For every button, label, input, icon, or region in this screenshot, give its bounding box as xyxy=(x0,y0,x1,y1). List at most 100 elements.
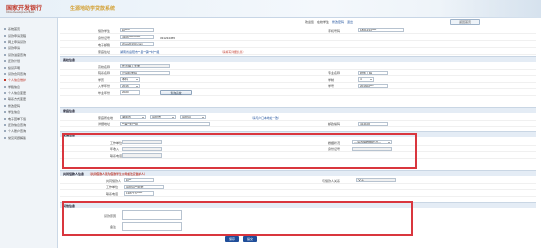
qq-value: 331234455 xyxy=(160,35,176,40)
field-label: 工作单位 xyxy=(106,185,119,190)
bullet-icon xyxy=(4,28,6,31)
form-row: 家庭住址 湖南省岳阳市**县**镇**村**组 （请填写详细信息） xyxy=(60,48,536,55)
bullet-icon xyxy=(4,40,6,43)
field-label: 共同借款人 xyxy=(106,178,122,183)
field-label: 电子邮箱 xyxy=(98,42,111,47)
sidebar-item-label: 学生信息 xyxy=(8,110,21,115)
bullet-icon xyxy=(4,47,6,50)
sidebar-item-label: 网上申请贷款 xyxy=(8,39,27,44)
highlight-box-remarks xyxy=(62,201,413,236)
logout-link[interactable]: 退出 xyxy=(347,20,353,24)
form-row: 院系名称 计算机学院 专业名称 软件工程 xyxy=(60,70,536,77)
county-select[interactable]: 岳阳县 xyxy=(180,115,206,120)
field-label: 借款学生 xyxy=(98,28,111,33)
bullet-icon xyxy=(4,136,6,139)
query-school-button[interactable]: 查询高校 xyxy=(160,90,192,96)
field-label: 家庭所在地 xyxy=(98,115,114,120)
bullet-icon xyxy=(4,130,6,133)
bullet-icon xyxy=(4,66,6,69)
bullet-icon xyxy=(4,79,6,82)
form-row: 电子邮箱 zhao@163.com xyxy=(60,41,536,48)
sidebar-item-label: 个人账户查询 xyxy=(8,129,27,134)
form-row: 家庭所在地 湖南省 岳阳市 岳阳县 （请与户口本地址一致） xyxy=(60,114,536,121)
sidebar-item-label: 续贷声明 xyxy=(8,65,21,70)
id-number-value: 4306********** xyxy=(120,35,154,40)
form-row: 工作单位 岳阳县**中学 xyxy=(60,184,536,191)
sidebar-item-label: 联系方式变更 xyxy=(8,97,27,102)
bullet-icon xyxy=(4,72,6,75)
province-select[interactable]: 湖南省 xyxy=(120,115,146,120)
sidebar-item-label: 贷款申请流程 xyxy=(8,33,27,38)
zip-input[interactable]: 414100 xyxy=(358,121,388,126)
guardian-name-input[interactable]: 赵** xyxy=(124,178,154,183)
guardian-phone-input[interactable]: 1387777**** xyxy=(124,191,154,196)
sidebar-item-label: 还款计划 xyxy=(8,59,21,64)
school-name-input[interactable]: 长沙理工大学 xyxy=(120,64,170,69)
address-value: 湖南省岳阳市**县**镇**村**组 xyxy=(120,49,160,54)
enroll-year-select[interactable]: 2016 xyxy=(120,83,140,89)
bullet-icon xyxy=(4,53,6,56)
sidebar-item-label: 电子回单下载 xyxy=(8,116,27,121)
guardian-note: （共同借款人须为借款学生父母或法定监护人） xyxy=(88,171,147,176)
address-note: （请填写详细信息） xyxy=(220,49,246,54)
city-select[interactable]: 岳阳市 xyxy=(150,115,176,120)
section-header-school: 高校信息 xyxy=(60,56,536,62)
sidebar-item-label: 还款信息查询 xyxy=(8,123,27,128)
section-header-family: 家庭信息 xyxy=(60,107,536,113)
form-row: 身份证号 4306********** 331234455 xyxy=(60,34,536,41)
field-label: 毕业年份 xyxy=(98,90,111,95)
section-title: 共同借款人信息 xyxy=(63,171,85,176)
field-label: 学制 xyxy=(328,77,335,82)
sidebar-item-label: 个人信息变更 xyxy=(8,91,27,96)
field-label: 院系名称 xyxy=(98,71,111,76)
bank-logo: 国家开发银行 China Development Bank xyxy=(6,3,58,15)
sidebar-item-label: 学籍信息 xyxy=(8,84,21,89)
form-row: 学历 本科 学制 4 xyxy=(60,76,536,83)
detail-address-input[interactable]: **镇**村**组 xyxy=(120,121,210,126)
student-name-value: 赵**** xyxy=(120,28,154,33)
student-no-input[interactable]: 201602*** xyxy=(358,83,388,89)
sidebar-item-label: 系统首页 xyxy=(8,27,21,32)
bullet-icon xyxy=(4,34,6,37)
change-password-link[interactable]: 修改密码 xyxy=(332,20,344,24)
field-label: 邮政编码 xyxy=(328,122,341,127)
field-label: 与借款人关系 xyxy=(322,178,341,183)
phone-input[interactable]: 1861234**** xyxy=(358,28,404,33)
sidebar-item-label: 修改密码 xyxy=(8,103,21,108)
form-row: 共同借款人 赵** 与借款人关系 父子 xyxy=(60,177,536,184)
save-button[interactable]: 保存 xyxy=(225,236,239,242)
field-label: 联系电话 xyxy=(106,191,119,196)
field-label: 学号 xyxy=(328,84,335,89)
length-select[interactable]: 4 xyxy=(358,77,374,82)
field-label: 详细地址 xyxy=(98,122,111,127)
footer-actions: 保存 提交 xyxy=(225,236,257,242)
bullet-icon xyxy=(4,111,6,114)
sidebar-item-label: 贷款申请 xyxy=(8,46,21,51)
field-label: 高校名称 xyxy=(98,64,111,69)
field-label: 家庭住址 xyxy=(98,49,111,54)
field-label: 专业名称 xyxy=(328,71,341,76)
field-label: 身份证号 xyxy=(98,35,111,40)
major-input[interactable]: 软件工程 xyxy=(358,70,388,75)
bullet-icon xyxy=(4,60,6,63)
system-title: 生源地助学贷款系统 xyxy=(70,6,116,12)
submit-button[interactable]: 提交 xyxy=(243,236,257,242)
sidebar-item-label: 常见问题解答 xyxy=(8,135,27,140)
guardian-relation-value: 父子 xyxy=(356,178,396,183)
home-button[interactable]: 返回首页 xyxy=(450,19,480,25)
field-label: 入学年份 xyxy=(98,84,111,89)
email-input[interactable]: zhao@163.com xyxy=(120,42,154,47)
sidebar-item-faq[interactable]: 常见问题解答 xyxy=(0,135,57,141)
form-row: 毕业年份 2020 查询高校 xyxy=(60,89,536,96)
form-row: 联系电话 1387777**** xyxy=(60,190,536,197)
app-header: 国家开发银行 China Development Bank 生源地助学贷款系统 xyxy=(0,0,541,18)
sidebar-item-label: 个人信息维护 xyxy=(8,78,27,83)
bullet-icon xyxy=(4,85,6,88)
bullet-icon xyxy=(4,92,6,95)
user-label: 欢迎您 xyxy=(305,20,315,24)
college-input[interactable]: 计算机学院 xyxy=(120,70,170,75)
section-header-guardian: 共同借款人信息 （共同借款人须为借款学生父母或法定监护人） xyxy=(60,170,536,176)
education-select[interactable]: 本科 xyxy=(120,77,140,82)
guardian-work-input[interactable]: 岳阳县**中学 xyxy=(124,184,164,189)
form-row: 入学年份 2016 学号 201602*** xyxy=(60,83,536,90)
